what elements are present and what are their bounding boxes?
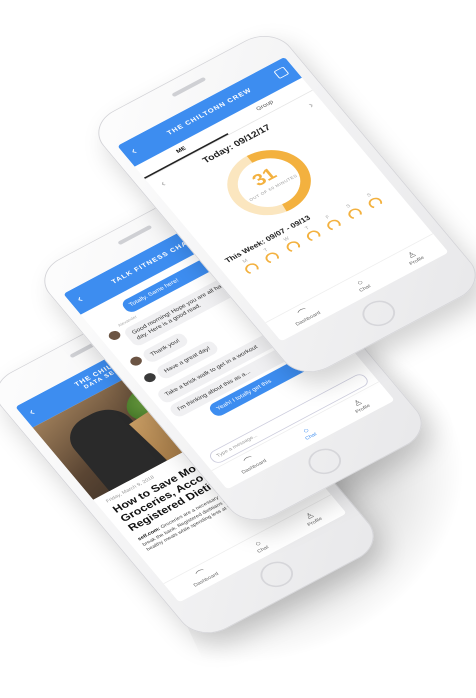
- day-item[interactable]: T: [300, 224, 323, 244]
- home-button[interactable]: [254, 557, 299, 592]
- phone-speaker: [171, 76, 207, 98]
- nav-chat[interactable]: ○ Chat: [250, 538, 270, 554]
- nav-chat[interactable]: ○ Chat: [298, 425, 318, 441]
- nav-dashboard[interactable]: ⌒ Dashboard: [235, 451, 268, 475]
- avatar: [106, 329, 123, 342]
- chevron-left-icon[interactable]: ‹: [158, 178, 168, 188]
- day-item[interactable]: S: [362, 191, 385, 211]
- day-item[interactable]: M: [238, 257, 261, 277]
- nav-profile[interactable]: ♙ Profile: [349, 396, 372, 415]
- avatar: [128, 355, 145, 368]
- day-item[interactable]: W: [280, 235, 303, 255]
- phone-speaker: [117, 224, 153, 246]
- home-button[interactable]: [356, 296, 401, 331]
- nav-dashboard[interactable]: ⌒ Dashboard: [289, 303, 322, 327]
- avatar: [142, 371, 159, 385]
- day-item[interactable]: S: [342, 202, 365, 222]
- nav-chat[interactable]: ○ Chat: [352, 277, 372, 293]
- chevron-right-icon[interactable]: ›: [305, 100, 315, 110]
- nav-dashboard[interactable]: ⌒ Dashboard: [187, 564, 220, 588]
- day-item[interactable]: F: [321, 213, 344, 233]
- day-item[interactable]: T: [259, 246, 282, 266]
- nav-profile[interactable]: ♙ Profile: [403, 248, 426, 267]
- home-button[interactable]: [302, 444, 347, 479]
- nav-profile[interactable]: ♙ Profile: [301, 509, 324, 528]
